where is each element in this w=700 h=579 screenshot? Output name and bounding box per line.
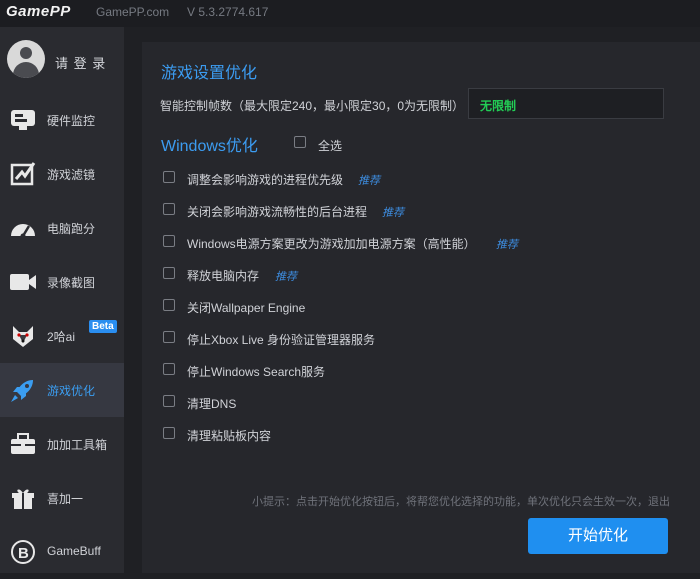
recommended-tag: 推荐 bbox=[496, 239, 518, 251]
sidebar-item-benchmark[interactable]: 电脑跑分 bbox=[0, 201, 124, 255]
avatar bbox=[7, 40, 45, 78]
site-url: GamePP.com bbox=[96, 5, 170, 19]
gamebuff-icon: B bbox=[9, 538, 37, 566]
select-all-label: 全选 bbox=[318, 139, 343, 153]
app-logo: GamePP bbox=[6, 3, 71, 20]
sidebar-item-free-games[interactable]: 喜加一 bbox=[0, 471, 124, 525]
sidebar: 请 登 录 硬件监控 游戏滤镜 电脑跑分 录像截图 2哈ai Beta 游戏优化… bbox=[0, 27, 124, 573]
sidebar-item-label: 加加工具箱 bbox=[47, 438, 108, 452]
option-checkbox[interactable] bbox=[163, 203, 175, 215]
option-checkbox[interactable] bbox=[163, 427, 175, 439]
video-camera-icon bbox=[9, 268, 37, 296]
hint-text: 小提示：点击开始优化按钮后，将帮您优化选择的功能，单次优化只会生效一次，退出 bbox=[252, 496, 670, 508]
rocket-icon bbox=[9, 376, 37, 404]
fps-limit-label: 智能控制帧数（最大限定240，最小限定30，0为无限制） bbox=[160, 99, 465, 113]
husky-icon bbox=[9, 322, 37, 350]
sidebar-item-label: 游戏滤镜 bbox=[47, 168, 96, 182]
sidebar-item-label: GameBuff bbox=[47, 544, 101, 558]
option-label: 释放电脑内存 bbox=[187, 269, 260, 283]
fps-limit-value: 无限制 bbox=[480, 99, 517, 113]
sidebar-item-game-filter[interactable]: 游戏滤镜 bbox=[0, 147, 124, 201]
option-label: 停止Windows Search服务 bbox=[187, 365, 326, 379]
option-checkbox[interactable] bbox=[163, 235, 175, 247]
option-checkbox[interactable] bbox=[163, 395, 175, 407]
sidebar-item-label: 喜加一 bbox=[47, 492, 84, 506]
version-label: V 5.3.2774.617 bbox=[187, 5, 269, 19]
start-optimize-button[interactable]: 开始优化 bbox=[528, 518, 668, 554]
beta-badge: Beta bbox=[89, 320, 117, 333]
option-label: 停止Xbox Live 身份验证管理器服务 bbox=[187, 333, 376, 347]
option-checkbox[interactable] bbox=[163, 331, 175, 343]
option-checkbox[interactable] bbox=[163, 267, 175, 279]
toolbox-icon bbox=[9, 430, 37, 458]
option-label: 关闭会影响游戏流畅性的后台进程 bbox=[187, 205, 368, 219]
login-button[interactable]: 请 登 录 bbox=[0, 27, 124, 90]
title-bar: GamePP GamePP.com V 5.3.2774.617 bbox=[0, 0, 700, 27]
sidebar-item-label: 2哈ai bbox=[47, 330, 76, 344]
recommended-tag: 推荐 bbox=[358, 175, 380, 187]
main-panel: 游戏设置优化 智能控制帧数（最大限定240，最小限定30，0为无限制） 无限制 … bbox=[142, 42, 700, 573]
sidebar-item-toolbox[interactable]: 加加工具箱 bbox=[0, 417, 124, 471]
sidebar-item-recording[interactable]: 录像截图 bbox=[0, 255, 124, 309]
hardware-monitor-icon bbox=[9, 106, 37, 134]
sidebar-item-hardware-monitor[interactable]: 硬件监控 bbox=[0, 93, 124, 147]
option-label: 关闭Wallpaper Engine bbox=[187, 301, 306, 315]
svg-text:B: B bbox=[18, 545, 29, 562]
sidebar-item-game-optimize[interactable]: 游戏优化 bbox=[0, 363, 124, 417]
recommended-tag: 推荐 bbox=[275, 271, 297, 283]
recommended-tag: 推荐 bbox=[382, 207, 404, 219]
fps-limit-input[interactable]: 无限制 bbox=[468, 88, 664, 119]
option-checkbox[interactable] bbox=[163, 299, 175, 311]
gift-icon bbox=[9, 484, 37, 512]
option-label: 调整会影响游戏的进程优先级 bbox=[187, 173, 344, 187]
sidebar-item-2ha-ai[interactable]: 2哈ai Beta bbox=[0, 309, 124, 363]
option-label: 清理DNS bbox=[187, 397, 237, 411]
sidebar-item-label: 硬件监控 bbox=[47, 114, 96, 128]
select-all-checkbox[interactable] bbox=[294, 136, 306, 148]
sidebar-item-label: 录像截图 bbox=[47, 276, 96, 290]
option-label: Windows电源方案更改为游戏加加电源方案（高性能） bbox=[187, 237, 476, 251]
login-label: 请 登 录 bbox=[55, 56, 107, 71]
sidebar-item-gamebuff[interactable]: B GameBuff bbox=[0, 525, 124, 579]
option-checkbox[interactable] bbox=[163, 363, 175, 375]
benchmark-gauge-icon bbox=[9, 214, 37, 242]
sidebar-item-label: 电脑跑分 bbox=[47, 222, 96, 236]
option-checkbox[interactable] bbox=[163, 171, 175, 183]
option-label: 清理粘贴板内容 bbox=[187, 429, 272, 443]
sidebar-item-label: 游戏优化 bbox=[47, 384, 96, 398]
game-settings-title: 游戏设置优化 bbox=[161, 65, 258, 82]
game-filter-icon bbox=[9, 160, 37, 188]
windows-optimize-title: Windows优化 bbox=[161, 138, 258, 155]
